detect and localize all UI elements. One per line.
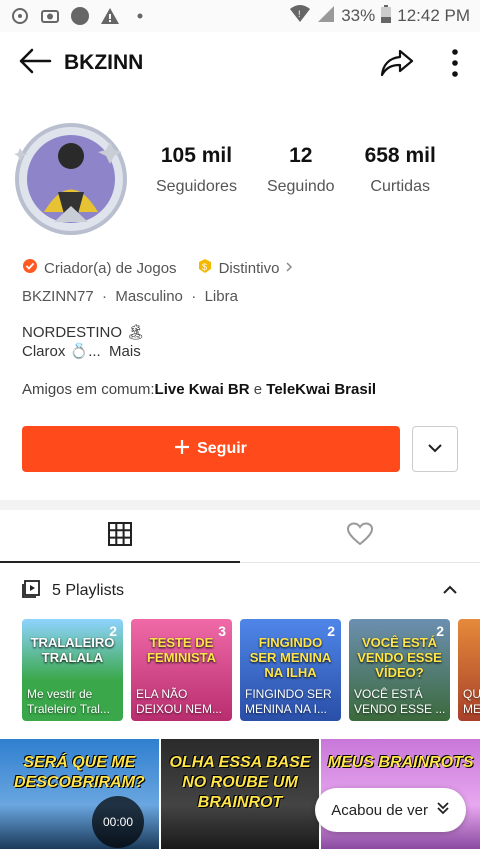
playlist-card-title: TESTE DE FEMINISTA [146, 635, 217, 665]
battery-icon [381, 4, 392, 28]
playlist-card-count: 3 [218, 623, 226, 639]
settings-icon [10, 6, 30, 26]
camera-icon [40, 6, 60, 26]
video-title: MEUS BRAINROTS [327, 754, 474, 771]
record-icon [70, 6, 90, 26]
stat-following[interactable]: 12 Seguindo [267, 144, 335, 196]
verified-icon [22, 258, 38, 278]
chevron-up-icon[interactable] [442, 582, 458, 600]
video-thumbnail[interactable]: OLHA ESSA BASE NO ROUBE UM BRAINROT [160, 739, 320, 849]
profile-tags: Criador(a) de Jogos $ Distintivo [0, 258, 480, 278]
bio-line-1: NORDESTINO 🏝 [22, 324, 146, 341]
battery-percent: 33% [341, 6, 376, 25]
profile-header: BKZINN [0, 32, 480, 94]
toast-label: Acabou de ver [331, 801, 428, 819]
playlist-card-title: FINGINDO SER MENINA NA ILHA [249, 635, 332, 680]
creator-tag: Criador(a) de Jogos [44, 259, 177, 277]
zodiac-sign: Libra [204, 288, 238, 305]
profile-summary: 105 mil Seguidores 12 Seguindo 658 mil C… [0, 94, 480, 235]
mutual-friends[interactable]: Amigos em comum:Live Kwai BR e TeleKwai … [0, 381, 480, 398]
playlist-card-count: 2 [109, 623, 117, 639]
playlist-card-count: 2 [327, 623, 335, 639]
following-count: 12 [289, 144, 313, 167]
following-label: Seguindo [266, 178, 335, 195]
playlists-header[interactable]: 5 Playlists [0, 563, 480, 619]
likes-label: Curtidas [370, 178, 430, 195]
mutual-friends-conj: e [253, 381, 263, 398]
avatar[interactable] [14, 122, 128, 236]
chevron-right-icon [285, 260, 293, 277]
profile-bio: NORDESTINO 🏝 Clarox 💍... Mais [0, 323, 480, 361]
content-tabs [0, 510, 480, 563]
playlist-card[interactable]: TRALALEIRO TRALALA 2 Me vestir de Tralel… [22, 619, 123, 721]
video-title: SERÁ QUE ME DESCOBRIRAM? [14, 754, 145, 791]
playlist-card-caption: VOCÊ ESTÁ VENDO ESSE ... [354, 687, 446, 716]
plus-icon [175, 439, 190, 459]
gender: Masculino [115, 288, 183, 305]
playlist-card-count: 2 [436, 623, 444, 639]
badge-icon: $ [197, 258, 213, 278]
bio-more-link[interactable]: Mais [109, 343, 141, 360]
mutual-friend-2[interactable]: TeleKwai Brasil [266, 381, 376, 398]
tab-indicator [0, 561, 240, 563]
back-arrow-icon[interactable] [18, 48, 52, 79]
status-bar: ! 33% 12:42 PM [0, 0, 480, 32]
svg-text:$: $ [202, 262, 207, 272]
double-chevron-down-icon [436, 801, 450, 819]
playlists-title: 5 Playlists [52, 582, 125, 599]
follow-label: Seguir [197, 440, 247, 457]
recently-watched-toast[interactable]: Acabou de ver [315, 788, 466, 832]
followers-count: 105 mil [160, 144, 233, 167]
user-id: BKZINN77 [22, 288, 94, 305]
profile-meta: BKZINN77 · Masculino · Libra [22, 288, 238, 305]
page-title: BKZINN [64, 51, 144, 74]
dot-icon [130, 6, 150, 26]
svg-text:!: ! [298, 9, 301, 19]
follow-row: Seguir [0, 426, 480, 472]
playlist-card-title: TRALALEIRO TRALALA [30, 635, 115, 665]
tab-likes[interactable] [240, 510, 480, 562]
stat-likes[interactable]: 658 mil Curtidas [365, 144, 436, 196]
playlist-card[interactable]: VOCÊ ESTÁ VENDO ESSE VÍDEO? 2 VOCÊ ESTÁ … [349, 619, 450, 721]
signal-icon [317, 5, 335, 28]
followers-label: Seguidores [156, 178, 237, 195]
chevron-down-icon [427, 440, 443, 458]
playback-time-badge[interactable]: 00:00 [92, 796, 144, 848]
playlist-card-caption: Me vestir de Traleleiro Tral... [27, 687, 110, 716]
share-icon[interactable] [380, 48, 414, 83]
stat-followers[interactable]: 105 mil Seguidores [156, 144, 237, 196]
playlist-card-caption: FINGINDO SER MENINA NA I... [245, 687, 332, 716]
playlist-card[interactable]: TESTE DE FEMINISTA 3 ELA NÃO DEIXOU NEM.… [131, 619, 232, 721]
playlist-icon [22, 579, 40, 603]
likes-count: 658 mil [364, 144, 436, 167]
playlist-card-caption: QU ME [463, 687, 480, 716]
tab-videos[interactable] [0, 510, 240, 562]
playlist-card[interactable]: QU ME [458, 619, 480, 721]
playlist-card[interactable]: FINGINDO SER MENINA NA ILHA 2 FINGINDO S… [240, 619, 341, 721]
more-options-icon[interactable] [452, 49, 458, 82]
grid-icon [107, 521, 133, 552]
playlist-card-title: VOCÊ ESTÁ VENDO ESSE VÍDEO? [357, 635, 442, 680]
expand-button[interactable] [412, 426, 458, 472]
video-title: OLHA ESSA BASE NO ROUBE UM BRAINROT [169, 754, 311, 811]
bio-line-2: Clarox 💍... [22, 343, 101, 360]
playlist-carousel: TRALALEIRO TRALALA 2 Me vestir de Tralel… [0, 619, 480, 721]
section-divider [0, 500, 480, 510]
mutual-friends-prefix: Amigos em comum: [22, 381, 155, 398]
mutual-friend-1[interactable]: Live Kwai BR [155, 381, 250, 398]
heart-icon [346, 521, 374, 551]
playlist-card-caption: ELA NÃO DEIXOU NEM... [136, 687, 223, 716]
wifi-icon: ! [289, 4, 311, 28]
badge-link[interactable]: Distintivo [219, 260, 280, 277]
follow-button[interactable]: Seguir [22, 426, 400, 472]
warning-icon [100, 6, 120, 26]
clock: 12:42 PM [397, 6, 470, 25]
